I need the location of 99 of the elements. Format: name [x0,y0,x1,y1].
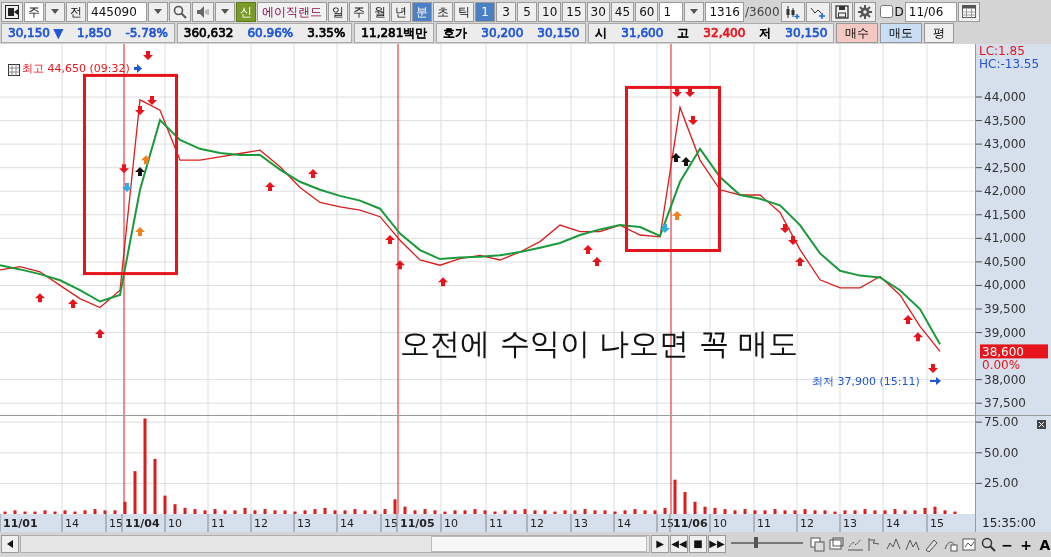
quote-value: 1,850 [77,25,112,42]
axis-tick-label: 25.00 [984,476,1019,491]
low-price-label: 최저 37,900 (15:11) [812,375,920,388]
axis-date-label: 10 [444,517,458,530]
zoom-control-button[interactable]: + [1017,535,1035,553]
interval-tab[interactable]: 3 [496,1,516,22]
axis-tick-label: 40,000 [984,278,1026,293]
axis-date-label: 10 [168,517,182,530]
interval-tab[interactable]: 10 [538,1,562,22]
axis-tick-label: 39,000 [984,325,1026,340]
prev-button[interactable]: 전 [66,1,86,22]
interval-tab[interactable]: 30 [586,1,610,22]
axis-date-label: 11 [211,517,225,530]
quote-value: 고 [677,25,690,42]
current-price-tag: 38,600 [980,344,1048,359]
quote-value: 30,200 [481,25,524,42]
period-tab[interactable]: 분 [412,1,432,22]
period-tab[interactable]: 주 [349,1,369,22]
checkbox-label: D [894,3,904,21]
quote-value: 시 [595,25,608,42]
axis-tick-label: 38,000 [984,372,1026,387]
axis-tick-label: 37,500 [984,396,1026,411]
axis-date-label: 15 [109,517,123,530]
interval-tab[interactable]: 60 [635,1,659,22]
note-text: 오전에 수익이 나오면 꼭 매도 [400,326,799,361]
zoom-control-button[interactable]: A [1036,535,1051,553]
interval-count-field[interactable]: 1 [659,1,684,22]
axis-tick-label: 43,000 [984,137,1026,152]
axis-time-label: 15:35:00 [976,514,1051,532]
axis-date-label: 11 [489,517,503,530]
axis-date-label: 13 [574,517,588,530]
axis-tick-label: 41,500 [984,207,1026,222]
date-field[interactable]: 11/06 [904,1,957,22]
axis-date-label: 13 [297,517,311,530]
hc-label: HC:-13.55 [979,57,1040,71]
period-tab[interactable]: 년 [391,1,411,22]
playback-button[interactable]: ■ [689,535,707,553]
stock-code-field[interactable]: 445090 [87,1,147,22]
quote-value: 32,400 [703,25,746,42]
axis-tick-label: 41,000 [984,231,1026,246]
high-price-label: 최고 44,650 (09:32) [22,62,130,75]
axis-date-label: 15 [930,517,944,530]
axis-tick-label: 43,500 [984,113,1026,128]
interval-tab[interactable]: 15 [562,1,586,22]
bar-total-text: /3600 [744,3,780,21]
playback-button[interactable]: ▶▶ [708,535,726,553]
axis-date-label: 12 [530,517,544,530]
axis-tick-label: 42,000 [984,184,1026,199]
period-tab[interactable]: 월 [370,1,390,22]
playback-button[interactable]: ▶ [651,535,669,553]
quote-value: 31,600 [621,25,664,42]
axis-date-label: 15 [384,517,398,530]
sell-button[interactable]: 매도 [880,23,923,43]
interval-tab[interactable]: 5 [517,1,537,22]
axis-date-label: 11/01 [3,517,38,530]
axis-date-label: 11/06 [673,517,708,530]
axis-date-label: 11/05 [400,517,435,530]
axis-date-label: 11/04 [125,517,160,530]
axis-tick-label: 39,500 [984,302,1026,316]
buy-button[interactable]: 매수 [836,23,879,43]
axis-date-label: 14 [65,517,79,530]
axis-tick-label: 40,500 [984,254,1026,269]
axis-date-label: 15 [660,517,674,530]
quote-value: 3.35% [307,25,346,42]
axis-date-label: 14 [617,517,631,530]
axis-date-label: 14 [886,517,900,530]
quote-value: 11,281백만 [361,25,428,42]
credit-badge: 신 [236,1,256,22]
change-percent-label: 0.00% [982,358,1021,373]
quote-value: -5.78% [125,25,168,42]
playback-button[interactable]: ◀◀ [670,535,688,553]
quote-value: 저 [759,25,772,42]
average-button[interactable]: 평 [924,23,955,43]
quote-value: 360,632 [183,25,234,42]
zoom-control-button[interactable]: − [998,535,1016,553]
quote-value: 호가 [443,25,468,42]
axis-date-label: 11 [757,517,771,530]
axis-tick-label: 50.00 [984,445,1019,460]
period-tab[interactable]: 틱 [454,1,474,22]
axis-date-label: 13 [843,517,857,530]
axis-date-label: 14 [340,517,354,530]
period-tab[interactable]: 초 [433,1,453,22]
period-tab[interactable]: 일 [328,1,348,22]
lc-label: LC:1.85 [979,44,1025,58]
bar-count-field[interactable]: 1316 [705,1,744,22]
axis-date-label: 12 [800,517,814,530]
quote-value: 60.96% [247,25,294,42]
axis-tick-label: 42,500 [984,160,1026,175]
axis-date-label: 12 [254,517,268,530]
axis-tick-label: 75.00 [984,416,1019,430]
quote-value: 30,150 [537,25,580,42]
axis-date-label: 10 [713,517,727,530]
interval-tab[interactable]: 1 [475,1,495,22]
quote-value: 30,150 ▼ [8,25,64,42]
market-field[interactable]: 주 [24,1,44,22]
stock-name-field[interactable]: 에이직랜드 [257,1,327,22]
interval-tab[interactable]: 45 [610,1,635,22]
axis-tick-label: 44,000 [984,90,1026,104]
quote-value: 30,150 [785,25,828,42]
